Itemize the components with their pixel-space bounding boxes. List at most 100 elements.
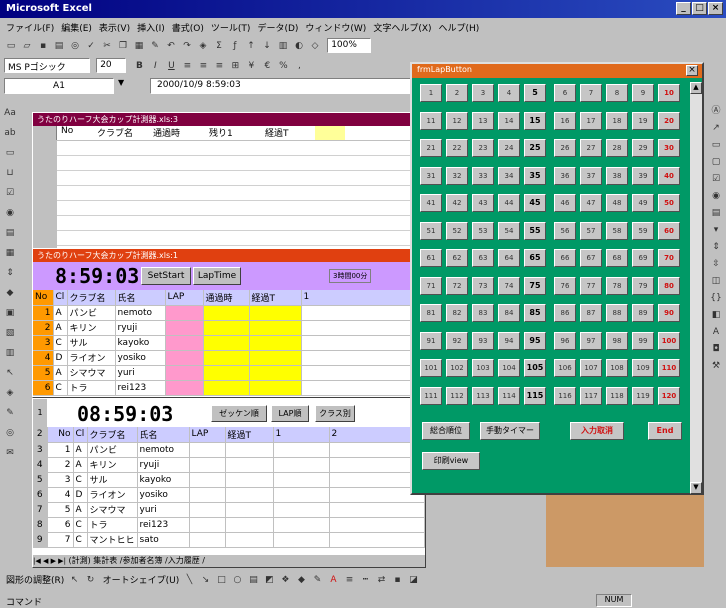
lap-button[interactable]: 32 <box>446 166 468 185</box>
mail-icon[interactable]: ✉ <box>3 446 17 460</box>
scroll-up-icon[interactable]: ▲ <box>690 82 702 94</box>
toggle-icon[interactable]: ◧ <box>709 308 723 321</box>
lap-button[interactable]: 98 <box>606 331 628 350</box>
code-icon[interactable]: {} <box>709 291 723 304</box>
row-number[interactable]: 5 <box>33 472 48 488</box>
menu-item[interactable]: ヘルプ(H) <box>439 24 480 34</box>
table-cell[interactable] <box>203 350 250 366</box>
table-cell[interactable]: C <box>53 380 68 396</box>
palette-close-button[interactable]: × <box>686 65 698 76</box>
lap-button[interactable]: 8 <box>606 84 628 102</box>
rectangle-icon[interactable]: □ <box>214 573 228 587</box>
table-cell[interactable]: C <box>53 335 68 351</box>
lap-button[interactable]: 19 <box>632 111 654 130</box>
lap-button[interactable]: 6 <box>554 84 576 102</box>
lap-button[interactable]: 64 <box>498 249 520 267</box>
format-painter-icon[interactable]: ✎ <box>148 39 162 53</box>
sheet-tabs-label[interactable]: (計測) 集計表 /参加者名簿 /入力履歴 / <box>68 556 205 565</box>
table-cell[interactable] <box>189 442 226 458</box>
lap-button[interactable]: 73 <box>472 276 494 295</box>
input-cancel-button[interactable]: 入力取消 <box>570 422 624 440</box>
table-cell[interactable]: sato <box>137 532 190 548</box>
table-cell[interactable] <box>189 532 226 548</box>
lap-button[interactable]: 72 <box>446 276 468 295</box>
menu-item[interactable]: 書式(O) <box>172 24 204 34</box>
table-cell[interactable] <box>189 457 226 473</box>
table-cell[interactable] <box>249 305 302 321</box>
table-cell[interactable] <box>189 502 226 518</box>
lap-sort-button[interactable]: LAP順 <box>271 405 309 422</box>
table-cell[interactable]: 6 <box>47 517 74 533</box>
lap-button[interactable]: 101 <box>420 359 442 377</box>
menu-item[interactable]: データ(D) <box>257 24 298 34</box>
function-icon[interactable]: ƒ <box>228 39 242 53</box>
table-row[interactable]: 1 A パンビ nemoto <box>33 305 437 321</box>
table-cell[interactable]: kayoko <box>115 335 166 351</box>
lap-button[interactable]: 43 <box>472 194 494 212</box>
name-dropdown-icon[interactable]: ▼ <box>118 78 130 94</box>
lap-button[interactable]: 93 <box>472 331 494 350</box>
menu-item[interactable]: 編集(E) <box>61 24 92 34</box>
grid-icon[interactable]: ▥ <box>3 346 17 360</box>
copy-icon[interactable]: ❐ <box>116 39 130 53</box>
lap-button[interactable]: 120 <box>658 386 680 405</box>
lap-button[interactable]: 36 <box>554 166 576 185</box>
window-3-grid[interactable] <box>33 141 425 251</box>
lap-button[interactable]: 12 <box>446 111 468 130</box>
lap-button[interactable]: 37 <box>580 166 602 185</box>
wordart-icon[interactable]: ◩ <box>262 573 276 587</box>
lap-button[interactable]: 97 <box>580 331 602 350</box>
table-cell[interactable]: yuri <box>137 502 190 518</box>
table-cell[interactable]: サル <box>67 335 116 351</box>
lap-button[interactable]: 60 <box>658 221 680 240</box>
lap-button[interactable]: 114 <box>498 386 520 405</box>
lap-button[interactable]: 26 <box>554 139 576 157</box>
cut-icon[interactable]: ✂ <box>100 39 114 53</box>
form-icon[interactable]: ▣ <box>3 306 17 320</box>
label-icon[interactable]: ab <box>3 126 17 140</box>
lap-button[interactable]: 11 <box>420 111 442 130</box>
lap-button[interactable]: 7 <box>580 84 602 102</box>
table-cell[interactable] <box>165 305 204 321</box>
lap-button[interactable]: 33 <box>472 166 494 185</box>
lap-button[interactable]: 85 <box>524 304 546 322</box>
new-icon[interactable]: ▭ <box>4 39 18 53</box>
zoom-combo[interactable]: 100% <box>327 38 372 53</box>
align-center-icon[interactable]: ≡ <box>196 59 210 73</box>
lap-button[interactable]: 59 <box>632 221 654 240</box>
table-cell[interactable] <box>329 502 426 518</box>
lap-button[interactable]: 54 <box>498 221 520 240</box>
table-cell[interactable] <box>165 335 204 351</box>
lap-button[interactable]: 56 <box>554 221 576 240</box>
lap-button[interactable]: 52 <box>446 221 468 240</box>
table-cell[interactable]: サル <box>87 472 138 488</box>
lap-button[interactable]: 42 <box>446 194 468 212</box>
scroll-down-icon[interactable]: ▼ <box>690 482 702 494</box>
merge-icon[interactable]: ⊞ <box>228 59 242 73</box>
rect-icon[interactable]: ▭ <box>3 146 17 160</box>
font-color-icon[interactable]: A <box>326 573 340 587</box>
table-cell[interactable] <box>273 502 330 518</box>
line-style-icon[interactable]: ≡ <box>342 573 356 587</box>
lap-button[interactable]: 68 <box>606 249 628 267</box>
sort-asc-icon[interactable]: ↑ <box>244 39 258 53</box>
text-icon[interactable]: Aa <box>3 106 17 120</box>
lap-button[interactable]: 1 <box>420 84 442 102</box>
line-icon[interactable]: ╲ <box>182 573 196 587</box>
lap-button[interactable]: 119 <box>632 386 654 405</box>
lap-button[interactable]: 31 <box>420 166 442 185</box>
shadow-icon[interactable]: ▪ <box>390 573 404 587</box>
table-cell[interactable]: 4 <box>33 350 54 366</box>
lap-button[interactable]: 81 <box>420 304 442 322</box>
table-cell[interactable]: トラ <box>87 517 138 533</box>
lap-button[interactable]: 112 <box>446 386 468 405</box>
spin-icon[interactable]: ◆ <box>3 286 17 300</box>
table-cell[interactable]: A <box>73 502 88 518</box>
table-cell[interactable]: A <box>53 305 68 321</box>
font-combo[interactable]: MS Pゴシック <box>4 58 90 73</box>
menu-item[interactable]: 表示(V) <box>99 24 130 34</box>
euro-icon[interactable]: € <box>260 59 274 73</box>
lap-button[interactable]: 71 <box>420 276 442 295</box>
size-combo[interactable]: 20 <box>96 58 127 73</box>
table-cell[interactable] <box>273 517 330 533</box>
